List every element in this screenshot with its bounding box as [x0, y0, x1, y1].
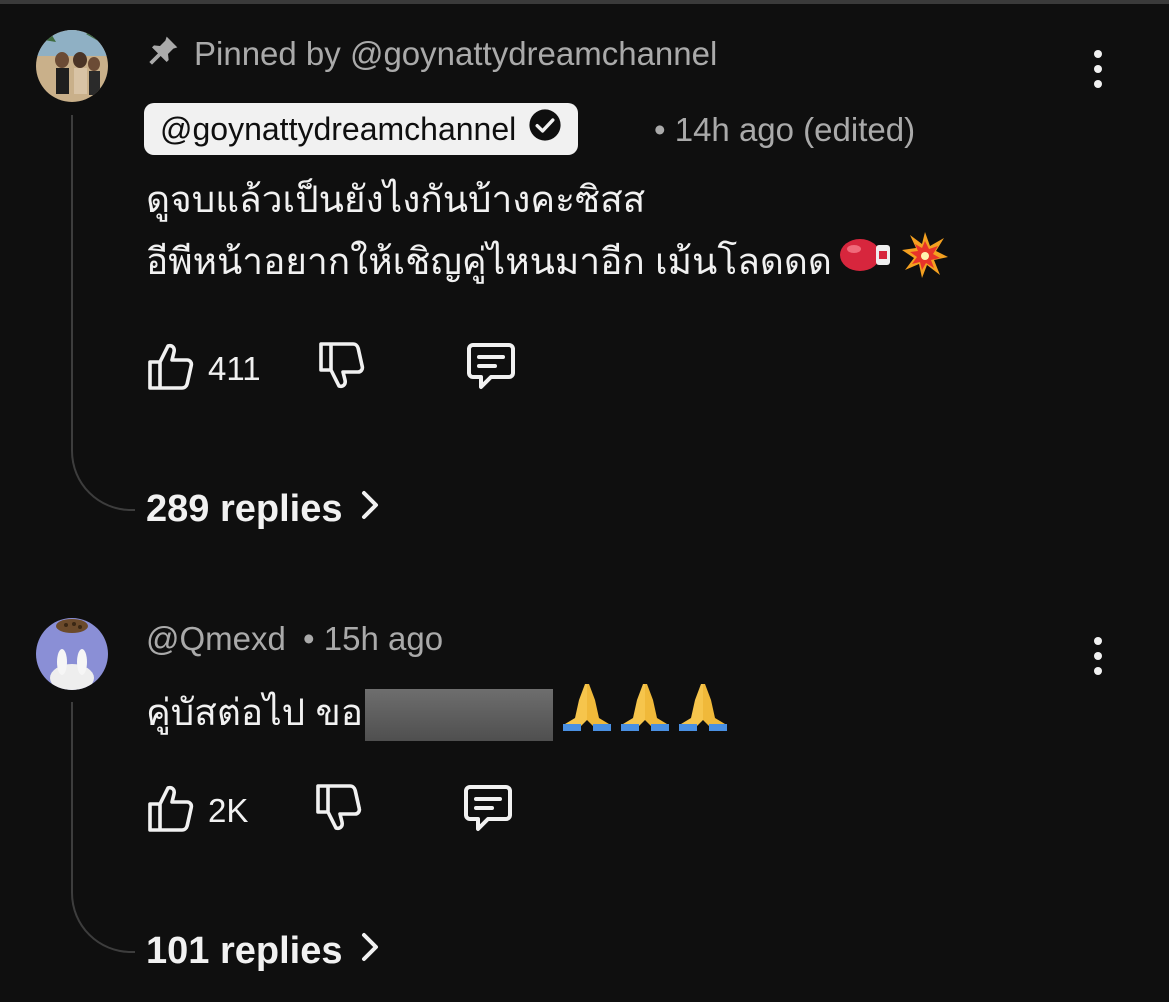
replies-label: 101 replies: [146, 930, 343, 972]
folded-hands-emoji: [619, 680, 671, 750]
thumbs-down-icon: [317, 340, 365, 397]
comment-actions: 2K: [146, 782, 514, 839]
avatar[interactable]: [36, 30, 108, 102]
comment-timestamp: • 15h ago: [303, 620, 444, 657]
chevron-right-icon: [360, 488, 380, 531]
boxing-glove-emoji: [838, 233, 894, 295]
author-chip[interactable]: @goynattydreamchannel: [144, 103, 579, 155]
redacted-block: [364, 689, 553, 741]
pin-icon: [148, 33, 180, 75]
collision-emoji: [900, 230, 950, 298]
comment-timestamp: • 14h ago (edited): [654, 111, 916, 148]
more-options-button[interactable]: [1086, 50, 1110, 88]
replies-label: 289 replies: [146, 488, 343, 530]
thumbs-down-icon: [314, 782, 362, 839]
comment-icon: [462, 783, 514, 838]
thread-line: [71, 702, 135, 953]
reply-button[interactable]: [462, 783, 514, 838]
comment-text: ดูจบแล้วเป็นยังไงกันบ้างคะซิสส อีพีหน้าอ…: [146, 170, 950, 298]
reply-button[interactable]: [465, 341, 517, 396]
comment-icon: [465, 341, 517, 396]
comment-actions: 411: [146, 340, 517, 397]
like-button[interactable]: 2K: [146, 782, 248, 839]
folded-hands-emoji: [561, 680, 613, 750]
view-replies-button[interactable]: 101 replies: [146, 930, 380, 973]
folded-hands-emoji: [677, 680, 729, 750]
thread-line: [71, 115, 135, 511]
view-replies-button[interactable]: 289 replies: [146, 488, 380, 531]
top-divider: [0, 0, 1169, 4]
pinned-indicator: Pinned by @goynattydreamchannel: [148, 30, 717, 78]
verified-icon: [528, 108, 562, 150]
like-button[interactable]: 411: [146, 340, 261, 397]
comment-text-content: อีพีหน้าอยากให้เชิญคู่ไหนมาอีก เม้นโลดดด: [146, 240, 832, 282]
comment-text: คู่บัสต่อไป ขอ: [146, 680, 729, 750]
author-name[interactable]: @Qmexd: [146, 620, 286, 657]
comment-text-line: ดูจบแล้วเป็นยังไงกันบ้างคะซิสส: [146, 179, 646, 220]
pinned-label: Pinned by @goynattydreamchannel: [194, 35, 718, 72]
thumbs-up-icon: [146, 340, 194, 397]
comment-text-content: คู่บัสต่อไป ขอ: [146, 691, 363, 733]
avatar[interactable]: [36, 618, 108, 690]
dislike-button[interactable]: [314, 782, 362, 839]
dislike-button[interactable]: [317, 340, 365, 397]
more-options-button[interactable]: [1086, 637, 1110, 675]
like-count: 411: [208, 349, 261, 387]
author-name: @goynattydreamchannel: [160, 110, 517, 147]
thumbs-up-icon: [146, 782, 194, 839]
like-count: 2K: [208, 791, 249, 829]
chevron-right-icon: [360, 930, 380, 973]
comment-text-line: อีพีหน้าอยากให้เชิญคู่ไหนมาอีก เม้นโลดดด: [146, 230, 950, 298]
author-name-row: @Qmexd • 15h ago: [146, 620, 443, 658]
